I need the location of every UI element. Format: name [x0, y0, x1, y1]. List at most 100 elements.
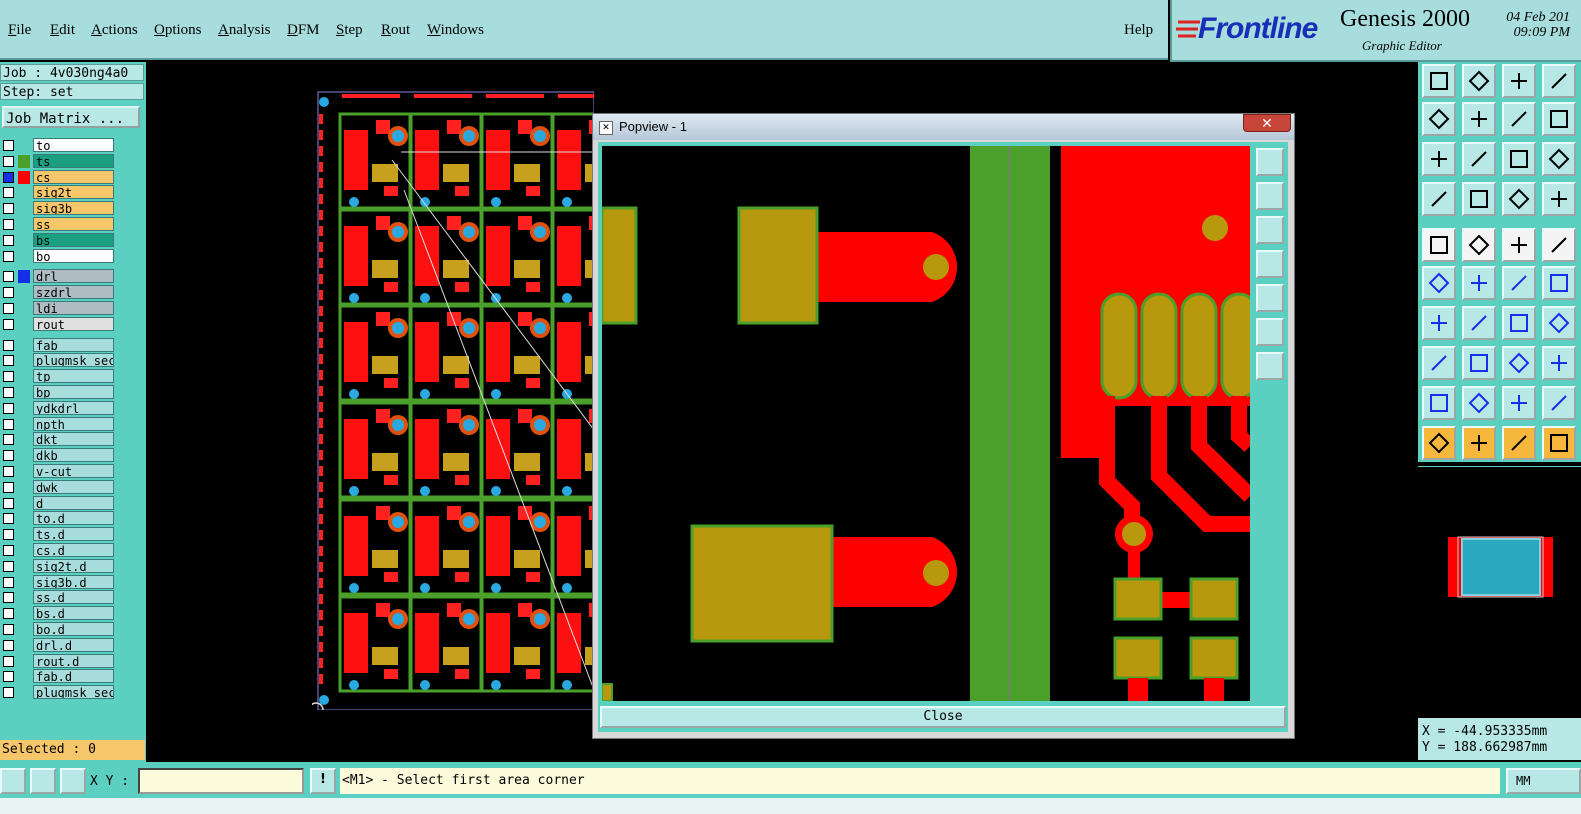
layer-row[interactable]: to.d	[0, 511, 120, 526]
layer-checkbox[interactable]	[3, 203, 14, 215]
layer-name[interactable]: to	[33, 138, 114, 152]
layer-color-swatch[interactable]	[18, 686, 30, 699]
layer-checkbox[interactable]	[3, 219, 14, 230]
layer-name[interactable]: npth	[33, 416, 114, 431]
layer-color-swatch[interactable]	[18, 591, 30, 604]
menu-options[interactable]: Options	[154, 22, 202, 39]
layer-row[interactable]: ldi	[0, 301, 120, 316]
settings-icon[interactable]	[1422, 182, 1456, 216]
layer-color-swatch[interactable]	[18, 270, 30, 284]
layer-color-swatch[interactable]	[18, 418, 30, 431]
select-tool-icon[interactable]	[0, 768, 26, 794]
triangle-flat-icon[interactable]	[1462, 386, 1496, 420]
layer-color-swatch[interactable]	[18, 370, 30, 383]
zoom-up-icon[interactable]	[1256, 182, 1284, 210]
layer-color-swatch[interactable]	[18, 449, 30, 462]
job-matrix-button[interactable]: Job Matrix ...	[2, 106, 140, 128]
layer-row[interactable]: v-cut	[0, 464, 120, 479]
layer-name[interactable]: bo	[33, 248, 114, 263]
layer-color-swatch[interactable]	[18, 544, 30, 557]
hole-icon[interactable]	[1542, 228, 1576, 262]
layer-checkbox[interactable]	[3, 418, 14, 430]
connect-icon[interactable]	[1422, 266, 1456, 300]
layer-checkbox[interactable]	[3, 687, 14, 699]
layer-row[interactable]: fab	[0, 337, 120, 353]
layer-row[interactable]: sig3b.d	[0, 574, 120, 590]
route-icon[interactable]	[1502, 266, 1536, 300]
layer-name[interactable]: bo.d	[33, 622, 114, 636]
layer-name[interactable]: sig2t	[33, 185, 114, 200]
layer-color-swatch[interactable]	[18, 481, 30, 494]
layer-row[interactable]: rout	[0, 316, 120, 332]
layer-name[interactable]: bs.d	[33, 606, 114, 621]
layer-color-swatch[interactable]	[18, 497, 30, 510]
layer-row[interactable]: fab.d	[0, 669, 120, 684]
layer-name[interactable]: cs	[33, 169, 114, 184]
layer-color-swatch[interactable]	[18, 655, 30, 668]
zoom-all-icon[interactable]	[1422, 142, 1456, 176]
layer-color-swatch[interactable]	[18, 234, 30, 247]
layer-color-swatch[interactable]	[18, 465, 30, 478]
layer-color-swatch[interactable]	[18, 139, 30, 152]
move-icon[interactable]	[1422, 346, 1456, 380]
layer-checkbox[interactable]	[3, 371, 14, 383]
layer-checkbox[interactable]	[3, 271, 14, 283]
layer-name[interactable]: sig3b.d	[33, 574, 114, 589]
layer-color-swatch[interactable]	[18, 670, 30, 683]
layer-color-swatch[interactable]	[18, 339, 30, 352]
layer-up-icon[interactable]	[1422, 64, 1456, 98]
layer-down-icon[interactable]	[1462, 64, 1496, 98]
layer-name[interactable]: d	[33, 495, 114, 510]
window-close-button[interactable]: ✕	[1243, 114, 1291, 132]
layer-checkbox[interactable]	[3, 529, 14, 541]
ratio-icon[interactable]	[1502, 142, 1536, 176]
layer-checkbox[interactable]	[3, 655, 14, 667]
menu-rout[interactable]: Rout	[381, 22, 410, 39]
zoom-out-icon[interactable]	[1256, 352, 1284, 380]
layer-name[interactable]: sig3b	[33, 201, 114, 216]
layer-name[interactable]: szdrl	[33, 285, 114, 300]
triangle-side-icon[interactable]	[1542, 386, 1576, 420]
minimap[interactable]	[1418, 466, 1581, 713]
layer-name[interactable]: to.d	[33, 511, 114, 526]
units-button[interactable]: MM	[1506, 768, 1581, 794]
popview-titlebar[interactable]: ✕ Popview - 1 ✕	[593, 114, 1294, 140]
layer-checkbox[interactable]	[3, 318, 14, 330]
layer-name[interactable]: ss	[33, 217, 114, 231]
snap-icon[interactable]	[1502, 182, 1536, 216]
layer-checkbox[interactable]	[3, 402, 14, 414]
slash-icon[interactable]	[1462, 306, 1496, 340]
triangle-up-icon[interactable]	[1502, 386, 1536, 420]
zoom-in-icon[interactable]	[1256, 318, 1284, 346]
layer-color-swatch[interactable]	[18, 218, 30, 231]
layer-checkbox[interactable]	[3, 303, 14, 314]
layer-name[interactable]: ts.d	[33, 527, 114, 542]
popview-close-button[interactable]: Close	[600, 706, 1286, 728]
zoom-width-icon[interactable]	[1542, 102, 1576, 136]
layer-row[interactable]: dkb	[0, 448, 120, 463]
layer-checkbox[interactable]	[3, 481, 14, 493]
zoom-box-icon[interactable]	[1502, 102, 1536, 136]
grid-tool-icon[interactable]	[60, 768, 86, 794]
layer-color-swatch[interactable]	[18, 154, 30, 168]
layer-color-swatch[interactable]	[18, 512, 30, 525]
layer-color-swatch[interactable]	[18, 402, 30, 415]
layer-checkbox[interactable]	[3, 287, 14, 299]
layer-checkbox[interactable]	[3, 592, 14, 604]
layer-name[interactable]: ydkdrl	[33, 400, 114, 415]
layer-row[interactable]: dwk	[0, 479, 120, 495]
layer-row[interactable]: ydkdrl	[0, 400, 120, 416]
menu-dfm[interactable]: DFM	[287, 22, 320, 39]
layer-row[interactable]: dkt	[0, 432, 120, 447]
layer-row[interactable]: sig2t.d	[0, 558, 120, 574]
layer-row[interactable]: d	[0, 495, 120, 511]
pcb-panel-view[interactable]	[312, 90, 594, 710]
layer-checkbox[interactable]	[3, 545, 14, 556]
triangle-icon[interactable]	[1422, 386, 1456, 420]
layer-color-swatch[interactable]	[18, 250, 30, 263]
prompt-alert-button[interactable]: !	[310, 768, 336, 794]
layer-color-swatch[interactable]	[18, 623, 30, 636]
popview-canvas[interactable]	[602, 146, 1250, 701]
layer-row[interactable]: ts	[0, 153, 120, 169]
layer-row[interactable]: drl	[0, 269, 120, 284]
